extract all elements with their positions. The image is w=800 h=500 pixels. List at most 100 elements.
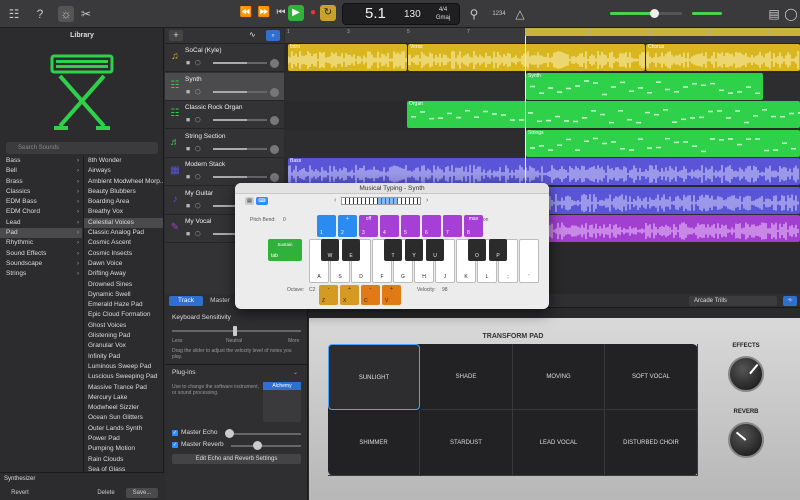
library-category-item[interactable]: Lead ›	[0, 218, 82, 228]
add-track-button[interactable]: +	[169, 30, 183, 41]
cycle-button[interactable]: ↻	[320, 5, 336, 21]
library-category-item[interactable]: Rhythmic ›	[0, 238, 82, 248]
track-header[interactable]: ☷ Synth ◼ ◯	[165, 72, 284, 101]
sustain-key[interactable]: Sustain tab	[268, 239, 302, 261]
lcd-display[interactable]: 5.1 130 4/4 Gmaj	[342, 3, 460, 25]
master-volume-knob[interactable]	[650, 9, 659, 18]
library-category-item[interactable]: Soundscape ›	[0, 259, 82, 269]
track-name[interactable]: SoCal (Kyle)	[185, 47, 221, 54]
delete-button[interactable]: Delete	[90, 488, 122, 498]
track-header[interactable]: ♫ SoCal (Kyle) ◼ ◯	[165, 44, 284, 72]
library-patch-item[interactable]: Drowned Sines	[84, 280, 163, 290]
library-category-item[interactable]: EDM Chord ›	[0, 207, 82, 217]
play-button[interactable]: ▶	[288, 5, 304, 21]
library-search-input[interactable]: Search Sounds	[6, 142, 158, 154]
octave-right-icon[interactable]: ›	[426, 197, 428, 204]
tab-track[interactable]: Track	[169, 296, 203, 306]
track-volume-slider[interactable]	[213, 62, 267, 64]
library-patch-item[interactable]: Epic Cloud Formation	[84, 310, 163, 320]
plugins-chevron-icon[interactable]: ⌄	[293, 369, 298, 376]
headphones-icon[interactable]: ◯	[195, 174, 201, 180]
track-pan-knob[interactable]	[270, 87, 279, 97]
library-patch-item[interactable]: Rain Clouds	[84, 455, 163, 465]
mute-button[interactable]: ◼	[186, 231, 190, 237]
arpeggiator-icon[interactable]: ∻	[783, 296, 797, 306]
library-category-item[interactable]: Strings ›	[0, 269, 82, 279]
library-patch-item[interactable]: Emerald Haze Pad	[84, 300, 163, 310]
smart-controls-icon[interactable]: ☼	[58, 6, 74, 22]
pitch-modulation-key[interactable]: max 8	[464, 215, 483, 237]
mute-button[interactable]: ◼	[186, 203, 190, 209]
track-name[interactable]: My Vocal	[185, 218, 211, 225]
library-category-item[interactable]: Brass ›	[0, 177, 82, 187]
headphones-icon[interactable]: ◯	[195, 203, 201, 209]
library-patch-item[interactable]: Granular Vox	[84, 341, 163, 351]
reverb-knob[interactable]	[728, 422, 764, 458]
library-patch-item[interactable]: Massive Trance Pad	[84, 383, 163, 393]
library-patch-item[interactable]: Dynamic Swell	[84, 290, 163, 300]
library-patch-item[interactable]: Cosmic Insects	[84, 249, 163, 259]
headphones-icon[interactable]: ◯	[195, 146, 201, 152]
editors-icon[interactable]: ✂	[78, 6, 94, 22]
mini-keyboard-range[interactable]	[378, 198, 398, 204]
track-pan-knob[interactable]	[270, 173, 279, 182]
black-note-key[interactable]: Y	[405, 239, 423, 261]
library-patch-item[interactable]: Outer Lands Synth	[84, 424, 163, 434]
typing-view-icon[interactable]: ⌨	[256, 197, 268, 205]
metronome-icon[interactable]: △	[512, 6, 528, 22]
edit-echo-reverb-button[interactable]: Edit Echo and Reverb Settings	[172, 454, 301, 464]
pitch-modulation-key[interactable]: +2	[338, 215, 357, 237]
revert-button[interactable]: Revert	[4, 488, 36, 498]
library-patch-item[interactable]: 8th Wonder	[84, 156, 163, 166]
arpeggiator-preset-select[interactable]: Arcade Trills	[689, 296, 777, 306]
transform-pad-cell[interactable]: LEAD VOCAL	[513, 410, 605, 476]
master-echo-checkbox[interactable]: ✓	[172, 430, 178, 436]
effects-knob[interactable]	[728, 356, 764, 392]
track-pan-knob[interactable]	[270, 144, 279, 154]
track-name[interactable]: Synth	[185, 76, 202, 83]
track-name[interactable]: Modern Stack	[185, 161, 225, 168]
library-patch-item[interactable]: Cosmic Ascent	[84, 238, 163, 248]
library-patch-item[interactable]: Mercury Lake	[84, 393, 163, 403]
go-to-beginning-button[interactable]: ⏮	[273, 5, 289, 21]
library-category-item[interactable]: Pad ›	[0, 228, 82, 239]
track-header[interactable]: ☷ Classic Rock Organ ◼ ◯	[165, 101, 284, 129]
octave-key[interactable]: + X	[340, 285, 359, 305]
pitch-modulation-key[interactable]: 1	[317, 215, 336, 237]
pitch-modulation-key[interactable]: 6	[422, 215, 441, 237]
track-region[interactable]: Synth	[526, 72, 763, 100]
transform-pad-cell[interactable]: MOVING	[513, 344, 605, 410]
black-note-key[interactable]: P	[489, 239, 507, 261]
pitch-modulation-key[interactable]: 4	[380, 215, 399, 237]
track-region[interactable]: Chorus	[646, 44, 800, 71]
track-region[interactable]: Bass	[288, 158, 800, 185]
transform-pad-cell[interactable]: SUNLIGHT	[328, 344, 420, 410]
pitch-modulation-key[interactable]: off 3	[359, 215, 378, 237]
black-note-key[interactable]: U	[426, 239, 444, 261]
transform-pad-cell[interactable]: SHIMMER	[328, 410, 420, 476]
keyboard-view-icon[interactable]: ▤	[245, 197, 254, 205]
automation-icon[interactable]: ∿	[249, 30, 256, 39]
track-region[interactable]: Intro	[288, 44, 407, 71]
sensitivity-slider-thumb[interactable]	[233, 326, 237, 336]
master-reverb-slider[interactable]	[231, 445, 301, 447]
help-icon[interactable]: ?	[32, 6, 48, 22]
count-in-button[interactable]: 1234	[488, 6, 510, 22]
mini-keyboard[interactable]	[341, 197, 421, 205]
fast-forward-button[interactable]: ⏩	[256, 5, 272, 21]
track-volume-slider[interactable]	[213, 119, 267, 121]
library-patch-item[interactable]: Dawn Voice	[84, 259, 163, 269]
mute-button[interactable]: ◼	[186, 174, 190, 180]
tuner-icon[interactable]: ⚲	[466, 6, 482, 22]
transform-pad-cell[interactable]: SOFT VOCAL	[605, 344, 698, 410]
library-category-item[interactable]: Bass ›	[0, 156, 82, 166]
library-icon[interactable]: ☷	[6, 6, 22, 22]
track-pan-knob[interactable]	[270, 59, 279, 68]
octave-left-icon[interactable]: ‹	[334, 197, 336, 204]
tab-master[interactable]: Master	[203, 296, 237, 306]
library-category-item[interactable]: EDM Bass ›	[0, 197, 82, 207]
library-patch-item[interactable]: Ambient Modwheel Morp...	[84, 177, 163, 187]
master-reverb-checkbox[interactable]: ✓	[172, 442, 178, 448]
library-patch-item[interactable]: Boarding Area	[84, 197, 163, 207]
white-note-key[interactable]: '	[519, 239, 539, 283]
